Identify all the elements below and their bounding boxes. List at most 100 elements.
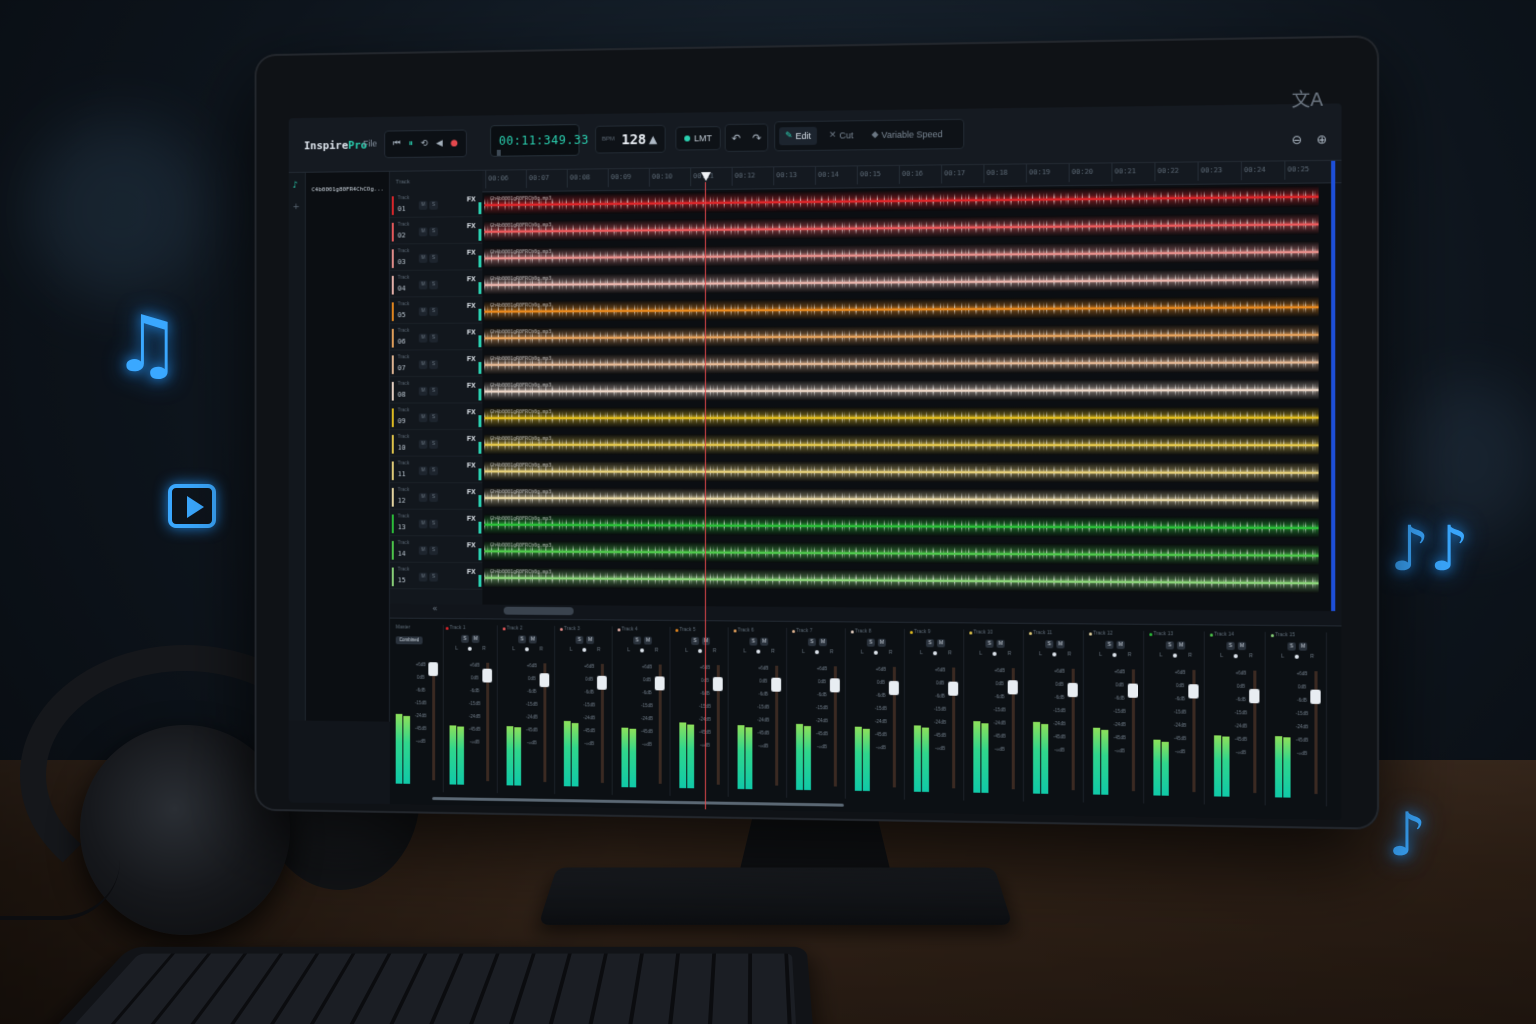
mute-button[interactable]: M [418,466,428,476]
track-header-row[interactable]: Track 06 M S FX [389,325,483,351]
mute-button[interactable]: M [937,639,946,648]
audio-clip[interactable]: Gh4b0001gR0FRCh0g.mp3 [484,487,1319,511]
edit-mode-button[interactable]: ✎ Edit [779,126,817,146]
zoom-out-icon[interactable]: ⊖ [1292,133,1302,147]
arrangement-view[interactable]: Gh4b0001gR0FRCh0g.mp3 Gh4b0001gR0FRCh0g.m… [482,183,1332,612]
fx-button[interactable]: FX [467,463,476,470]
audio-clip[interactable]: Gh4b0001gR0FRCh0g.mp3 [484,513,1319,539]
audio-clip[interactable]: Gh4b0001gR0FRCh0g.mp3 [484,460,1319,484]
fx-button[interactable]: FX [467,489,476,496]
fader-track[interactable] [432,662,436,781]
timecode-handle[interactable] [496,149,501,156]
mute-button[interactable]: M [418,227,428,237]
mute-button[interactable]: M [1177,641,1186,650]
pan-knob[interactable] [698,649,703,654]
fx-button[interactable]: FX [467,569,476,576]
solo-button[interactable]: S [429,413,438,423]
solo-button[interactable]: S [429,466,438,476]
cut-mode-button[interactable]: ✕ Cut [823,126,859,145]
fader-handle[interactable] [1067,683,1078,698]
mute-button[interactable]: M [418,492,428,502]
mute-button[interactable]: M [471,635,480,643]
mute-button[interactable]: M [996,639,1005,648]
solo-button[interactable]: S [985,639,994,648]
undo-icon[interactable]: ↶ [732,131,741,144]
mute-button[interactable]: M [1298,642,1308,651]
track-header-row[interactable]: Track 02 M S FX [389,219,483,245]
pan-knob[interactable] [467,646,472,651]
pan-knob[interactable] [1233,654,1238,659]
audio-clip[interactable]: Gh4b0001gR0FRCh0g.mp3 [484,213,1319,242]
mute-button[interactable]: M [1116,640,1125,650]
audio-clip[interactable]: Gh4b0001gR0FRCh0g.mp3 [484,351,1319,375]
solo-button[interactable]: S [429,386,438,396]
playhead-marker[interactable] [701,172,711,182]
track-header-row[interactable]: Track 05 M S FX [389,298,483,324]
solo-button[interactable]: S [429,572,438,582]
mute-button[interactable]: M [818,638,827,647]
track-header-row[interactable]: Track 10 M S FX [389,432,483,457]
speaker-icon[interactable]: ◀ [436,139,443,149]
solo-button[interactable]: S [429,200,438,210]
solo-button[interactable]: S [1287,642,1296,651]
mute-button[interactable]: M [418,333,428,343]
mute-button[interactable]: M [418,519,428,529]
mute-button[interactable]: M [1056,640,1065,649]
fader-handle[interactable] [1249,688,1260,704]
pan-knob[interactable] [933,651,938,656]
fader-handle[interactable] [948,681,959,697]
pan-knob[interactable] [524,647,529,652]
pan-knob[interactable] [1052,652,1057,657]
fx-button[interactable]: FX [467,276,476,283]
mute-button[interactable]: M [586,636,595,645]
solo-button[interactable]: S [807,638,816,647]
track-header-row[interactable]: Track 11 M S FX [389,458,483,484]
mute-button[interactable]: M [418,280,428,290]
mute-button[interactable]: M [760,637,769,646]
mute-button[interactable]: M [418,546,428,555]
horizontal-scrollbar[interactable] [503,606,574,616]
fx-button[interactable]: FX [467,329,476,336]
pan-knob[interactable] [1112,652,1117,658]
variable-speed-button[interactable]: ◆ Variable Speed [865,125,948,144]
track-header-row[interactable]: Track 15 M S FX [389,564,483,590]
pan-knob[interactable] [582,647,587,652]
mute-button[interactable]: M [418,253,428,263]
translate-icon[interactable]: 文A [1292,85,1324,112]
fader-handle[interactable] [597,675,607,690]
metronome-icon[interactable]: ▲ [649,133,657,146]
fader-handle[interactable] [1007,680,1018,695]
track-header-row[interactable]: Track 14 M S FX [389,538,483,564]
track-header-row[interactable]: Track 01 M S FX [389,192,483,218]
fader-handle[interactable] [771,677,782,692]
track-header-row[interactable]: Track 03 M S FX [389,245,483,271]
solo-button[interactable]: S [429,492,438,502]
fx-button[interactable]: FX [467,250,476,257]
fx-button[interactable]: FX [467,223,476,230]
solo-button[interactable]: S [429,253,438,263]
vertical-scrollbar[interactable] [1331,160,1336,612]
zoom-in-icon[interactable]: ⊕ [1317,132,1327,146]
solo-button[interactable]: S [1226,641,1235,651]
solo-button[interactable]: S [429,519,438,529]
solo-button[interactable]: S [518,635,526,644]
solo-button[interactable]: S [429,280,438,290]
solo-button[interactable]: S [429,227,438,237]
output-select-button[interactable]: Combined [395,636,423,645]
track-header-row[interactable]: Track 12 M S FX [389,485,483,510]
limiter-toggle[interactable]: LMT [675,126,721,151]
solo-button[interactable]: S [633,636,642,645]
fx-button[interactable]: FX [467,303,476,310]
solo-button[interactable]: S [925,639,935,648]
add-icon[interactable]: + [293,202,300,212]
record-icon[interactable]: ● [450,139,458,149]
skip-back-icon[interactable]: ⏮ [393,139,401,149]
solo-button[interactable]: S [429,307,438,316]
solo-button[interactable]: S [1105,640,1114,649]
mute-button[interactable]: M [528,635,537,644]
pause-icon[interactable]: ⏸ [409,139,413,149]
mute-button[interactable]: M [418,200,428,210]
fader-handle[interactable] [888,681,899,696]
fader-handle[interactable] [654,676,665,691]
solo-button[interactable]: S [1165,641,1174,650]
